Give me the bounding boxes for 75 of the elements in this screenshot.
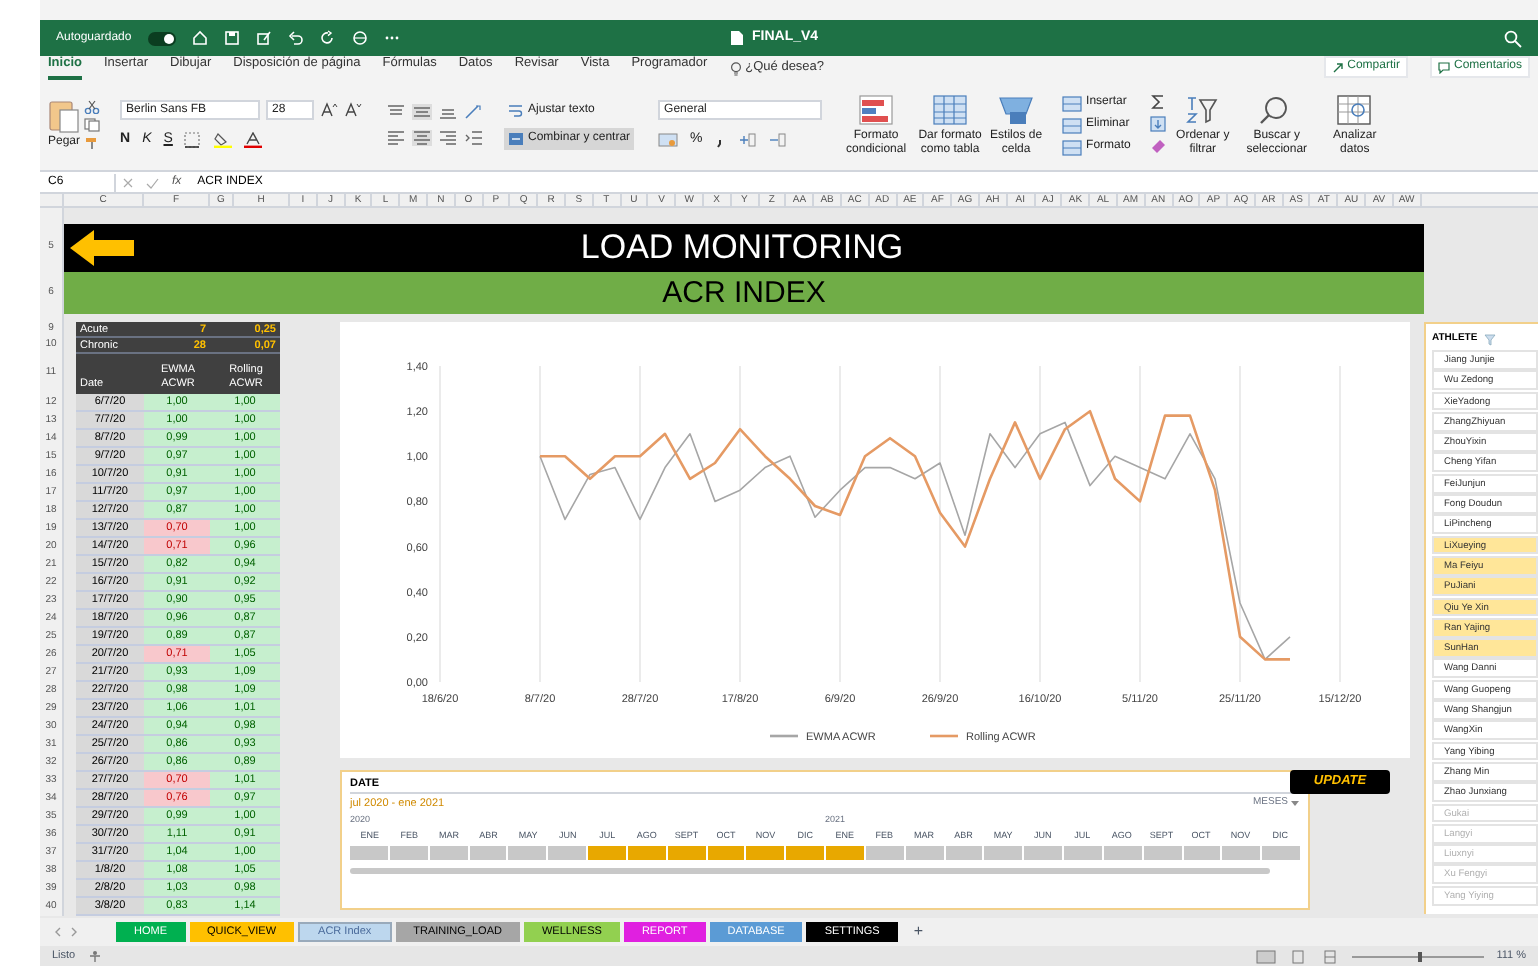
- subtitle-banner: ACR INDEX: [64, 272, 1424, 314]
- table-icon: [932, 93, 969, 125]
- borders-icon[interactable]: [184, 132, 203, 148]
- scissors-icon[interactable]: [84, 100, 101, 114]
- timeline-segment[interactable]: [707, 846, 745, 860]
- search-icon[interactable]: [1504, 29, 1522, 47]
- merge-icon: [508, 132, 525, 146]
- timeline-segment[interactable]: [865, 846, 904, 860]
- add-sheet-button[interactable]: +: [901, 920, 935, 944]
- comment-icon: [1437, 61, 1450, 73]
- timeline-segment[interactable]: [905, 846, 943, 860]
- autosave-toggle[interactable]: [147, 31, 176, 45]
- fill-down-icon[interactable]: [1150, 115, 1167, 131]
- sum-icon[interactable]: [1150, 93, 1167, 109]
- shrink-font-icon[interactable]: [344, 101, 363, 118]
- timeline-segment[interactable]: [945, 846, 983, 860]
- banner-title: LOAD MONITORING: [578, 226, 906, 270]
- grow-font-icon[interactable]: [320, 101, 339, 118]
- wrap-icon: [508, 103, 525, 117]
- cells-icon: [1062, 139, 1083, 155]
- document-icon: [730, 30, 744, 47]
- previous-sheet-icon[interactable]: [52, 926, 64, 938]
- left-arrow-icon[interactable]: [68, 228, 136, 268]
- font-color-icon[interactable]: [244, 132, 263, 148]
- indent-icon[interactable]: [464, 130, 485, 146]
- filter-icon[interactable]: [1483, 334, 1496, 346]
- timeline-segment[interactable]: [667, 846, 705, 860]
- align-right-icon[interactable]: [438, 130, 459, 146]
- timeline-scrollbar[interactable]: [350, 868, 1270, 874]
- timeline-segment[interactable]: [1103, 846, 1142, 860]
- brush-icon[interactable]: [84, 136, 101, 150]
- timeline-segment[interactable]: [469, 846, 507, 860]
- page-layout-icon[interactable]: [1288, 950, 1309, 964]
- timeline-segment[interactable]: [508, 846, 547, 860]
- align-top-icon[interactable]: [386, 104, 407, 120]
- text-orientation-icon[interactable]: [464, 104, 485, 120]
- align-middle-icon[interactable]: [412, 104, 433, 120]
- timeline-segment[interactable]: [1222, 846, 1261, 860]
- zoom-slider[interactable]: [1352, 950, 1485, 964]
- next-sheet-icon[interactable]: [68, 926, 80, 938]
- accessibility-icon[interactable]: [87, 950, 102, 964]
- sort-filter-icon: [1184, 93, 1221, 125]
- timeline-segment[interactable]: [429, 846, 467, 860]
- page-break-icon[interactable]: [1320, 950, 1341, 964]
- caret-icon: [1290, 800, 1300, 808]
- align-bottom-icon[interactable]: [438, 104, 459, 120]
- fill-color-icon[interactable]: [214, 132, 233, 148]
- bars-icon: [858, 93, 895, 125]
- timeline-segment[interactable]: [627, 846, 666, 860]
- analyze-data-icon: [1336, 93, 1373, 125]
- cells-icon: [1062, 95, 1083, 111]
- align-center-icon[interactable]: [412, 130, 433, 146]
- increase-decimal-icon[interactable]: [738, 132, 757, 148]
- redo-icon[interactable]: [319, 30, 336, 46]
- cells-icon: [1062, 117, 1083, 133]
- home-icon[interactable]: [191, 30, 208, 46]
- normal-view-icon[interactable]: [1256, 950, 1277, 964]
- eraser-icon[interactable]: [1150, 137, 1167, 153]
- lightbulb-icon: [729, 61, 742, 76]
- copy-icon[interactable]: [84, 118, 101, 132]
- timeline-segment[interactable]: [746, 846, 785, 860]
- styles-icon: [998, 93, 1035, 125]
- clipboard-icon: [48, 98, 80, 134]
- row-header[interactable]: [40, 208, 64, 224]
- edit-icon[interactable]: [255, 30, 272, 46]
- decrease-decimal-icon[interactable]: [768, 132, 787, 148]
- timeline-segment[interactable]: [389, 846, 428, 860]
- share-icon: [1331, 61, 1344, 73]
- undo-icon[interactable]: [287, 30, 304, 46]
- zoom-slider-thumb[interactable]: [1418, 952, 1423, 962]
- timeline-segment[interactable]: [1143, 846, 1181, 860]
- timeline-segment[interactable]: [1183, 846, 1221, 860]
- timeline-segment[interactable]: [984, 846, 1023, 860]
- save-icon[interactable]: [223, 30, 240, 46]
- align-left-icon[interactable]: [386, 130, 407, 146]
